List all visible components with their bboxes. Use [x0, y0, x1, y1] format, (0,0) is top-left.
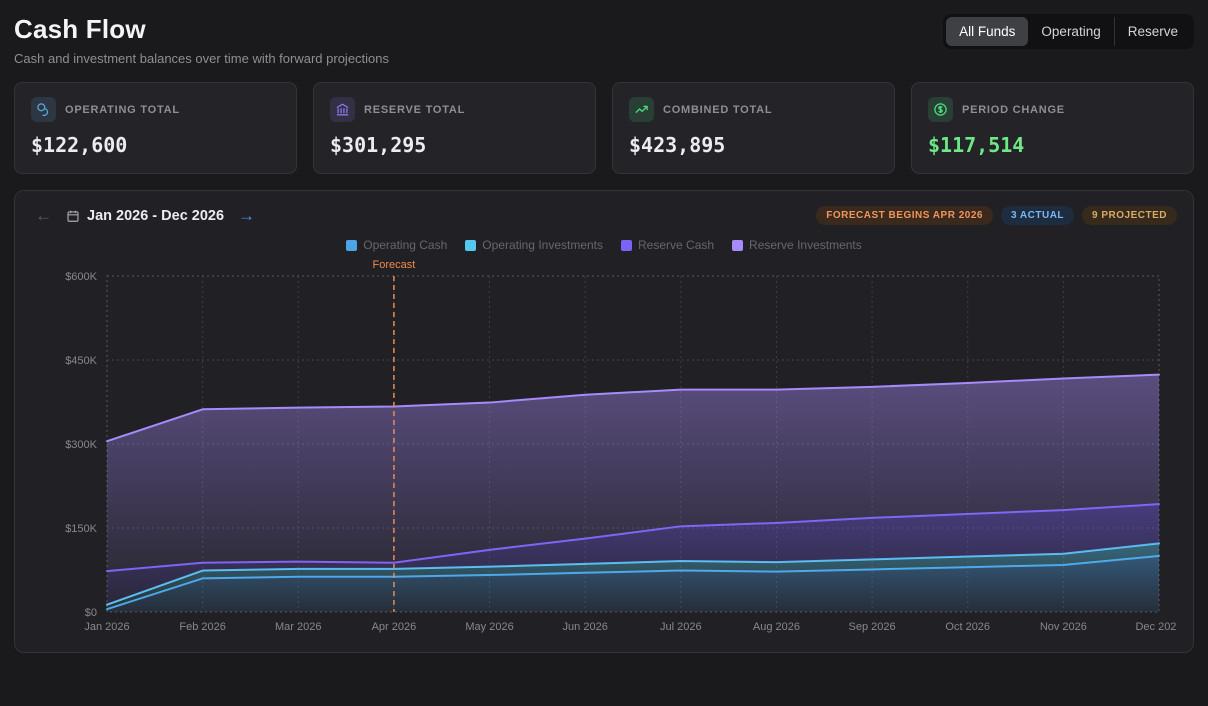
x-axis-tick: Dec 2026 — [1135, 621, 1177, 633]
card-operating-total: OPERATING TOTAL $122,600 — [14, 82, 297, 174]
card-label: RESERVE TOTAL — [364, 104, 465, 116]
funds-segmented-control: All Funds Operating Reserve — [943, 14, 1194, 49]
legend-item-reserve-cash[interactable]: Reserve Cash — [621, 238, 714, 252]
legend-label: Reserve Cash — [638, 238, 714, 252]
card-reserve-total: RESERVE TOTAL $301,295 — [313, 82, 596, 174]
tab-all-funds[interactable]: All Funds — [946, 17, 1028, 46]
page: Cash Flow Cash and investment balances o… — [0, 0, 1208, 665]
legend-label: Operating Investments — [482, 238, 603, 252]
date-range-label: Jan 2026 - Dec 2026 — [87, 208, 224, 224]
legend-swatch — [346, 240, 357, 251]
legend-item-operating-cash[interactable]: Operating Cash — [346, 238, 447, 252]
dollar-coin-icon — [928, 97, 953, 122]
x-axis-tick: May 2026 — [465, 621, 513, 633]
chart-legend: Operating Cash Operating Investments Reser… — [31, 238, 1177, 252]
trend-chart-icon — [629, 97, 654, 122]
y-axis-tick: $300K — [65, 439, 97, 451]
x-axis-tick: Mar 2026 — [275, 621, 321, 633]
card-label: PERIOD CHANGE — [962, 104, 1065, 116]
x-axis-tick: Sep 2026 — [849, 621, 896, 633]
title-block: Cash Flow Cash and investment balances o… — [14, 12, 389, 66]
next-period-button[interactable]: → — [234, 205, 259, 226]
x-axis-tick: Nov 2026 — [1040, 621, 1087, 633]
date-range: Jan 2026 - Dec 2026 — [66, 208, 224, 224]
card-combined-total: COMBINED TOTAL $423,895 — [612, 82, 895, 174]
x-axis-tick: Jul 2026 — [660, 621, 702, 633]
card-value: $301,295 — [330, 133, 579, 157]
actual-count-badge: 3 ACTUAL — [1001, 206, 1074, 225]
x-axis-tick: Jan 2026 — [84, 621, 129, 633]
card-period-change: PERIOD CHANGE $117,514 — [911, 82, 1194, 174]
legend-swatch — [732, 240, 743, 251]
calendar-icon — [66, 209, 80, 223]
x-axis-tick: Oct 2026 — [945, 621, 990, 633]
badge-group: FORECAST BEGINS APR 2026 3 ACTUAL 9 PROJ… — [816, 206, 1177, 225]
cash-flow-chart-panel: ← Jan 2026 - Dec 2026 → FORECAST BEGINS … — [14, 190, 1194, 653]
card-value: $122,600 — [31, 133, 280, 157]
card-label: COMBINED TOTAL — [663, 104, 772, 116]
page-title: Cash Flow — [14, 14, 389, 45]
chart-header: ← Jan 2026 - Dec 2026 → FORECAST BEGINS … — [31, 205, 1177, 226]
coins-icon — [31, 97, 56, 122]
legend-item-reserve-investments[interactable]: Reserve Investments — [732, 238, 862, 252]
tab-operating[interactable]: Operating — [1028, 17, 1113, 46]
legend-item-operating-investments[interactable]: Operating Investments — [465, 238, 603, 252]
y-axis-tick: $450K — [65, 355, 97, 367]
legend-swatch — [621, 240, 632, 251]
legend-label: Operating Cash — [363, 238, 447, 252]
previous-period-button[interactable]: ← — [31, 205, 56, 226]
bank-icon — [330, 97, 355, 122]
forecast-begins-badge: FORECAST BEGINS APR 2026 — [816, 206, 993, 225]
tab-reserve[interactable]: Reserve — [1114, 17, 1191, 46]
card-value: $117,514 — [928, 133, 1177, 157]
legend-swatch — [465, 240, 476, 251]
projected-count-badge: 9 PROJECTED — [1082, 206, 1177, 225]
y-axis-tick: $600K — [65, 271, 97, 283]
x-axis-tick: Feb 2026 — [179, 621, 225, 633]
y-axis-tick: $150K — [65, 523, 97, 535]
forecast-label: Forecast — [373, 259, 416, 271]
stat-cards: OPERATING TOTAL $122,600 RESERVE TOTAL $… — [14, 82, 1194, 174]
legend-label: Reserve Investments — [749, 238, 862, 252]
cash-flow-area-chart: Forecast $0 $150K $300K $450K $600K Jan 2026 Fe… — [31, 254, 1177, 646]
y-axis-tick: $0 — [85, 607, 97, 619]
page-subtitle: Cash and investment balances over time w… — [14, 51, 389, 66]
card-value: $423,895 — [629, 133, 878, 157]
x-axis-tick: Jun 2026 — [563, 621, 608, 633]
x-axis-tick: Aug 2026 — [753, 621, 800, 633]
card-label: OPERATING TOTAL — [65, 104, 180, 116]
x-axis-tick: Apr 2026 — [372, 621, 417, 633]
page-header: Cash Flow Cash and investment balances o… — [14, 12, 1194, 66]
